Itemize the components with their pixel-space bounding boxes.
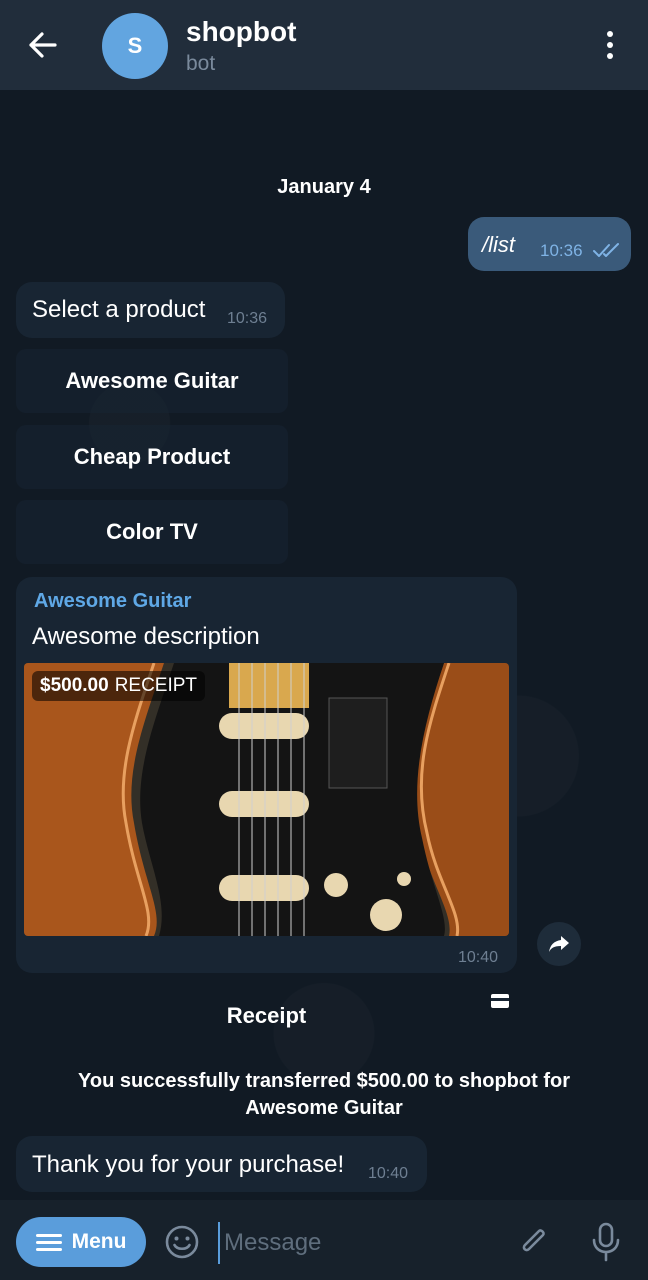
kebab-icon bbox=[607, 31, 613, 37]
message-input[interactable] bbox=[218, 1222, 498, 1264]
receipt-button[interactable]: Receipt bbox=[16, 986, 517, 1046]
more-options-button[interactable] bbox=[594, 26, 626, 64]
hamburger-icon bbox=[35, 1233, 62, 1251]
message-time: 10:40 bbox=[368, 1165, 409, 1182]
forward-button[interactable] bbox=[537, 922, 581, 966]
back-button[interactable] bbox=[22, 26, 64, 64]
avatar[interactable]: S bbox=[102, 13, 168, 79]
chat-header: S shopbot bot bbox=[0, 0, 648, 90]
price-amount: $500.00 bbox=[40, 675, 109, 696]
date-separator: January 4 bbox=[277, 176, 371, 198]
incoming-message[interactable]: Select a product 10:36 bbox=[16, 282, 285, 338]
input-bar: Menu bbox=[0, 1200, 648, 1280]
emoji-icon[interactable] bbox=[162, 1222, 202, 1262]
chat-subtitle: bot bbox=[186, 52, 216, 75]
card-icon bbox=[491, 994, 509, 1008]
chat-title[interactable]: shopbot bbox=[186, 16, 296, 48]
message-time: 10:40 bbox=[458, 949, 499, 966]
arrow-left-icon bbox=[29, 32, 57, 58]
invoice-photo[interactable]: $500.00 RECEIPT bbox=[24, 663, 509, 936]
invoice-description: Awesome description bbox=[32, 623, 260, 650]
service-message: You successfully transferred $500.00 to … bbox=[78, 1070, 570, 1119]
microphone-icon[interactable] bbox=[588, 1220, 624, 1264]
bot-menu-button[interactable]: Menu bbox=[16, 1217, 146, 1267]
message-time: 10:36 bbox=[540, 241, 583, 260]
message-text: Thank you for your purchase! bbox=[32, 1151, 345, 1178]
message-text: /list bbox=[482, 232, 515, 257]
menu-label: Menu bbox=[71, 1230, 127, 1253]
guitar-photo bbox=[24, 663, 509, 936]
price-label: RECEIPT bbox=[114, 675, 198, 696]
invoice-title: Awesome Guitar bbox=[34, 590, 192, 612]
incoming-message[interactable]: Thank you for your purchase! 10:40 bbox=[16, 1136, 427, 1192]
paperclip-icon[interactable] bbox=[514, 1222, 554, 1262]
message-text: Select a product bbox=[32, 296, 206, 323]
message-time: 10:36 bbox=[227, 310, 268, 327]
double-check-icon bbox=[593, 243, 619, 257]
price-badge: $500.00 RECEIPT bbox=[32, 671, 206, 701]
keyboard-button-cheap-product[interactable]: Cheap Product bbox=[16, 425, 288, 489]
share-arrow-icon bbox=[549, 936, 569, 952]
outgoing-message[interactable]: /list 10:36 bbox=[468, 217, 631, 271]
invoice-message[interactable]: Awesome Guitar Awesome description $500.… bbox=[16, 577, 517, 973]
chat-area[interactable]: January 4 /list 10:36 Select a product 1… bbox=[0, 90, 648, 1200]
keyboard-button-awesome-guitar[interactable]: Awesome Guitar bbox=[16, 349, 288, 413]
keyboard-button-color-tv[interactable]: Color TV bbox=[16, 500, 288, 564]
